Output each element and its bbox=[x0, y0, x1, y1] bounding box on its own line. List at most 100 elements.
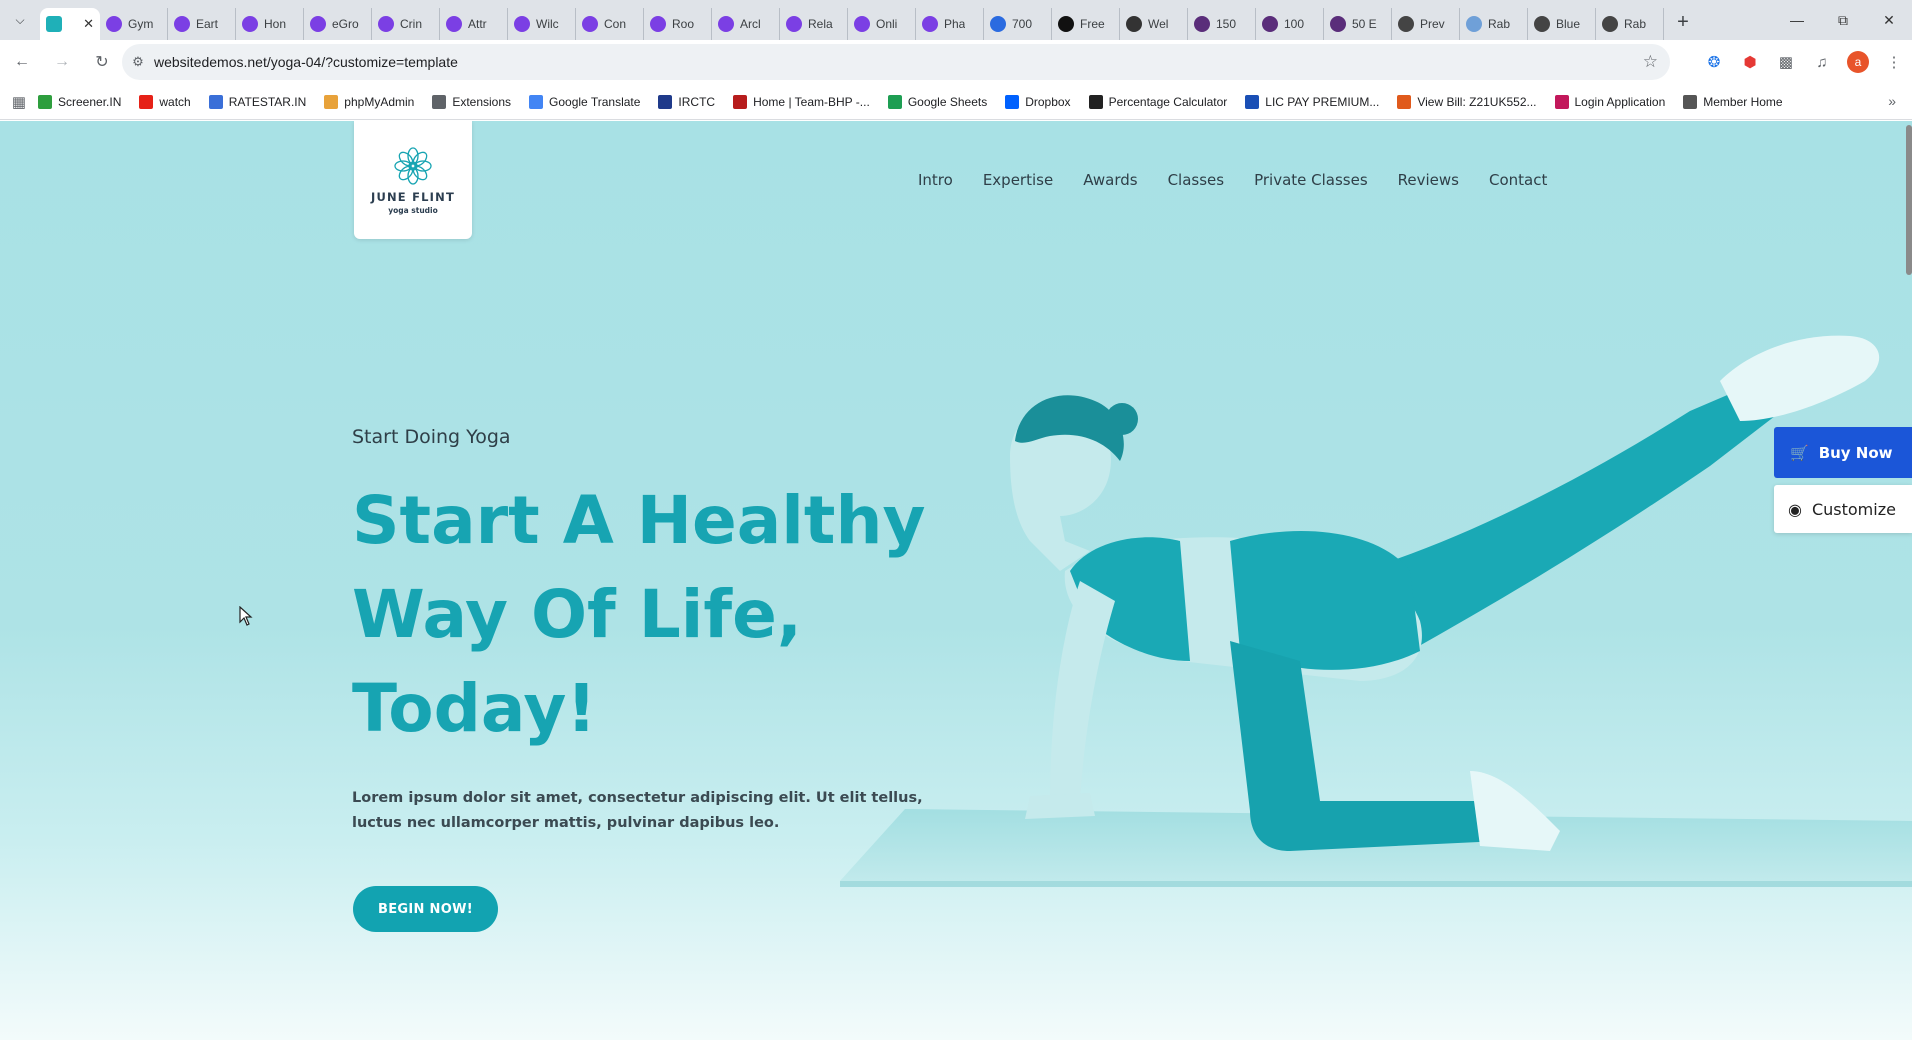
site-navigation: Intro Expertise Awards Classes Private C… bbox=[918, 171, 1577, 189]
buy-now-button[interactable]: 🛒 Buy Now bbox=[1774, 427, 1912, 478]
tab[interactable]: Pha bbox=[916, 8, 984, 40]
tab-search-chevron-icon[interactable]: ⌵ bbox=[0, 0, 40, 40]
media-controls-icon[interactable]: ♫ bbox=[1804, 44, 1840, 80]
toolbar-actions: ❂ ⬢ ▩ ♫ a ⋮ bbox=[1696, 40, 1912, 84]
tab-title: 100 bbox=[1284, 17, 1305, 31]
bookmark-item[interactable]: Dropbox bbox=[1005, 94, 1071, 109]
bookmark-item[interactable]: watch bbox=[139, 94, 191, 109]
bookmark-favicon-icon bbox=[1088, 94, 1103, 109]
tab[interactable]: Prev bbox=[1392, 8, 1460, 40]
site-info-icon[interactable]: ⚙ bbox=[122, 54, 154, 70]
bookmark-item[interactable]: phpMyAdmin bbox=[324, 94, 414, 109]
tab[interactable]: Eart bbox=[168, 8, 236, 40]
more-menu-icon[interactable]: ⋮ bbox=[1876, 44, 1912, 80]
bookmark-item[interactable]: Google Sheets bbox=[887, 94, 987, 109]
tab-favicon-icon bbox=[718, 16, 734, 32]
tab[interactable]: Hon bbox=[236, 8, 304, 40]
site-logo[interactable]: JUNE FLINT yoga studio bbox=[354, 121, 472, 239]
tab[interactable]: Arcl bbox=[712, 8, 780, 40]
nav-reviews[interactable]: Reviews bbox=[1398, 171, 1459, 189]
tab-favicon-icon bbox=[1602, 16, 1618, 32]
minimize-icon[interactable]: — bbox=[1774, 0, 1820, 40]
extensions-puzzle-icon[interactable]: ▩ bbox=[1768, 44, 1804, 80]
bookmark-favicon-icon bbox=[1554, 94, 1569, 109]
tab[interactable]: Wel bbox=[1120, 8, 1188, 40]
tab[interactable]: 150 bbox=[1188, 8, 1256, 40]
bookmark-item[interactable]: IRCTC bbox=[658, 94, 715, 109]
browser-toolbar: ← → ↻ ⚙ websitedemos.net/yoga-04/?custom… bbox=[0, 40, 1912, 84]
tab-title: Crin bbox=[400, 17, 423, 31]
nav-private-classes[interactable]: Private Classes bbox=[1254, 171, 1368, 189]
forward-icon[interactable]: → bbox=[44, 44, 80, 80]
bookmark-item[interactable]: Home | Team-BHP -... bbox=[733, 94, 870, 109]
bookmark-item[interactable]: RATESTAR.IN bbox=[208, 94, 307, 109]
tab[interactable]: Gym bbox=[100, 8, 168, 40]
tab-title: Prev bbox=[1420, 17, 1445, 31]
tab[interactable]: 700 bbox=[984, 8, 1052, 40]
bookmark-label: RATESTAR.IN bbox=[228, 94, 307, 109]
nav-intro[interactable]: Intro bbox=[918, 171, 953, 189]
new-tab-button[interactable]: + bbox=[1668, 7, 1698, 37]
tab-title: Con bbox=[604, 17, 627, 31]
back-icon[interactable]: ← bbox=[4, 44, 40, 80]
bookmark-item[interactable]: Google Translate bbox=[529, 94, 640, 109]
nav-contact[interactable]: Contact bbox=[1489, 171, 1547, 189]
bookmark-star-icon[interactable]: ☆ bbox=[1643, 52, 1658, 72]
address-url[interactable]: websitedemos.net/yoga-04/?customize=temp… bbox=[154, 54, 458, 70]
bookmark-item[interactable]: Percentage Calculator bbox=[1088, 94, 1227, 109]
close-window-icon[interactable]: ✕ bbox=[1866, 0, 1912, 40]
tab[interactable]: Rab bbox=[1460, 8, 1528, 40]
nav-expertise[interactable]: Expertise bbox=[983, 171, 1053, 189]
reload-icon[interactable]: ↻ bbox=[84, 44, 120, 80]
bookmark-label: Dropbox bbox=[1025, 94, 1071, 109]
tab[interactable]: eGro bbox=[304, 8, 372, 40]
extension-icon[interactable]: ❂ bbox=[1696, 44, 1732, 80]
hero-headline: Start A Healthy Way Of Life, Today! bbox=[352, 482, 926, 747]
bookmark-item[interactable]: LIC PAY PREMIUM... bbox=[1245, 94, 1379, 109]
restore-icon[interactable]: ⧉ bbox=[1820, 0, 1866, 40]
tab[interactable]: Con bbox=[576, 8, 644, 40]
tab-favicon-icon bbox=[174, 16, 190, 32]
tab-active[interactable]: ✕ bbox=[40, 8, 100, 40]
tab[interactable]: Roo bbox=[644, 8, 712, 40]
adblock-extension-icon[interactable]: ⬢ bbox=[1732, 44, 1768, 80]
tab-favicon-icon bbox=[310, 16, 326, 32]
tab[interactable]: Crin bbox=[372, 8, 440, 40]
buy-now-label: Buy Now bbox=[1818, 443, 1893, 462]
nav-classes[interactable]: Classes bbox=[1168, 171, 1225, 189]
tab-title: Rab bbox=[1488, 17, 1511, 31]
tab-favicon-icon bbox=[650, 16, 666, 32]
tab[interactable]: Free bbox=[1052, 8, 1120, 40]
begin-now-button[interactable]: BEGIN NOW! bbox=[353, 886, 498, 932]
tab-favicon-icon bbox=[786, 16, 802, 32]
profile-avatar[interactable]: a bbox=[1840, 44, 1876, 80]
tab-title: 150 bbox=[1216, 17, 1237, 31]
bookmark-item[interactable]: View Bill: Z21UK552... bbox=[1397, 94, 1537, 109]
bookmark-item[interactable]: Screener.IN bbox=[38, 94, 121, 109]
bookmarks-bar: ▦ Screener.IN watch RATESTAR.IN phpMyAdmin E… bbox=[0, 84, 1912, 120]
bookmark-item[interactable]: Member Home bbox=[1683, 94, 1783, 109]
tab[interactable]: 50 E bbox=[1324, 8, 1392, 40]
tab[interactable]: Blue bbox=[1528, 8, 1596, 40]
tab[interactable]: Rab bbox=[1596, 8, 1664, 40]
address-bar[interactable]: ⚙ websitedemos.net/yoga-04/?customize=te… bbox=[122, 44, 1670, 80]
customize-button[interactable]: ◉ Customize bbox=[1774, 485, 1912, 533]
bookmark-label: Home | Team-BHP -... bbox=[753, 94, 870, 109]
apps-grid-icon[interactable]: ▦ bbox=[0, 93, 38, 111]
tab-title: 50 E bbox=[1352, 17, 1377, 31]
bookmark-item[interactable]: Login Application bbox=[1554, 94, 1665, 109]
tab[interactable]: Attr bbox=[440, 8, 508, 40]
tab-favicon-icon bbox=[514, 16, 530, 32]
tab[interactable]: Rela bbox=[780, 8, 848, 40]
bookmark-favicon-icon bbox=[1683, 94, 1698, 109]
tab-list: ✕ Gym Eart Hon eGro Crin Attr Wilc Con Roo Arcl Rel… bbox=[40, 0, 1664, 40]
nav-awards[interactable]: Awards bbox=[1083, 171, 1137, 189]
bookmark-item[interactable]: Extensions bbox=[432, 94, 511, 109]
close-tab-icon[interactable]: ✕ bbox=[83, 16, 94, 32]
tab[interactable]: Onli bbox=[848, 8, 916, 40]
tab[interactable]: Wilc bbox=[508, 8, 576, 40]
bookmarks-overflow-icon[interactable]: » bbox=[1888, 93, 1896, 109]
tab-title: 700 bbox=[1012, 17, 1033, 31]
tab[interactable]: 100 bbox=[1256, 8, 1324, 40]
page-scrollbar[interactable] bbox=[1906, 125, 1912, 275]
